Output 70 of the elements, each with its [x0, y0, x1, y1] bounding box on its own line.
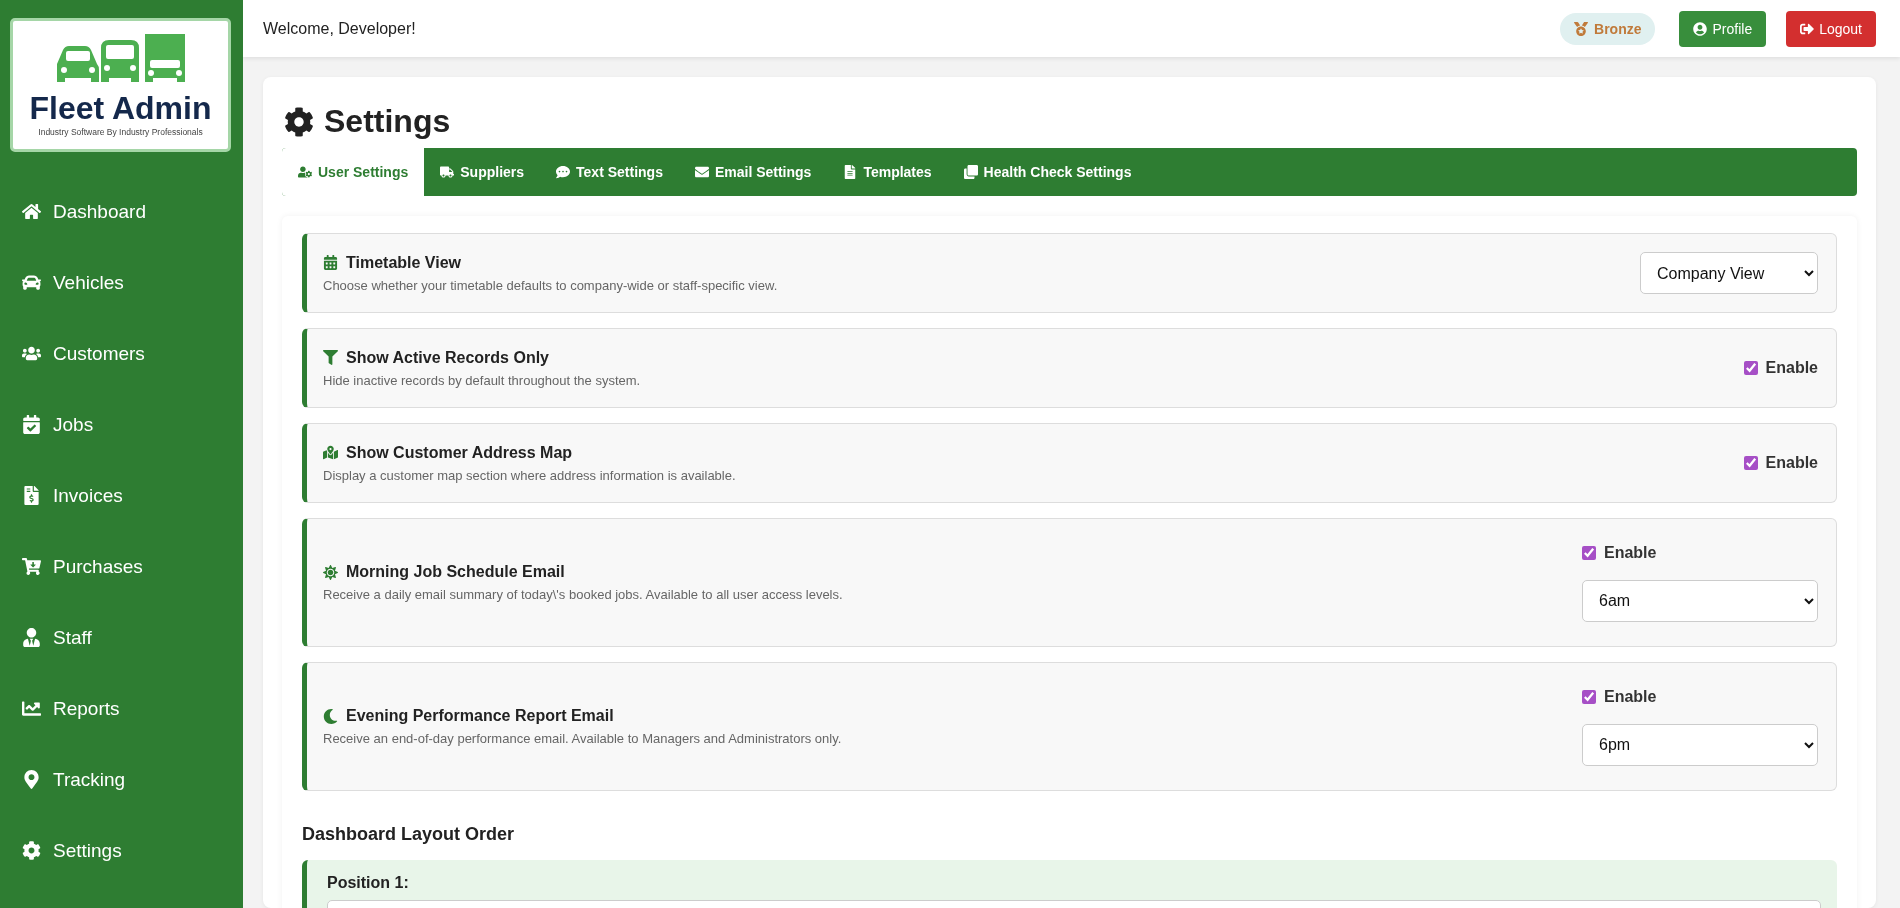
sidebar-item[interactable]: Tracking	[0, 744, 243, 815]
home-icon	[22, 202, 41, 221]
sidebar-item[interactable]: Vehicles	[0, 247, 243, 318]
setting-title: Show Customer Address Map	[346, 443, 573, 462]
sidebar-item[interactable]: Jobs	[0, 389, 243, 460]
setting-description: Receive an end-of-day performance email. Available to Managers and Administrators only.	[323, 731, 842, 746]
profile-button[interactable]: Profile	[1679, 10, 1767, 47]
sidebar-item[interactable]: Reports	[0, 673, 243, 744]
setting-title: Show Active Records Only	[346, 348, 549, 367]
cart-icon	[22, 557, 41, 576]
checkbox[interactable]	[1743, 361, 1758, 375]
setting-description: Display a customer map section where address information is available.	[323, 467, 736, 483]
tier-badge: Bronze	[1560, 12, 1656, 45]
speech-bubble-icon	[556, 165, 571, 179]
line-chart-icon	[22, 699, 41, 718]
checkbox[interactable]	[1743, 456, 1758, 470]
car-icon	[22, 273, 41, 292]
settings-icon	[284, 106, 314, 137]
calendar-check-icon	[22, 415, 41, 434]
checkbox-label: Enable	[1604, 543, 1657, 562]
sidebar-item[interactable]: Purchases	[0, 531, 243, 602]
sun-icon	[323, 564, 338, 580]
users-icon	[22, 344, 41, 363]
invoice-icon	[22, 486, 41, 505]
sidebar-item[interactable]: Staff	[0, 602, 243, 673]
sidebar-item[interactable]: Settings	[0, 815, 243, 886]
tab[interactable]: User Settings	[282, 148, 425, 196]
setting-title: Timetable View	[346, 253, 461, 272]
dropdown[interactable]: 6am	[1582, 579, 1818, 622]
medal-icon	[1574, 21, 1589, 36]
user-gear-icon	[298, 165, 312, 179]
sidebar-item[interactable]: Dashboard	[0, 176, 243, 247]
checkbox-label: Enable	[1765, 454, 1818, 472]
setting-description: Hide inactive records by default throughout the system.	[323, 372, 641, 388]
tab[interactable]: Suppliers	[424, 148, 541, 196]
envelope-icon	[694, 165, 709, 179]
tab[interactable]: Text Settings	[540, 148, 679, 196]
filter-icon	[323, 350, 338, 365]
map-icon	[323, 445, 338, 460]
logo-title: Fleet Admin	[29, 91, 212, 124]
section-heading: Dashboard Layout Order	[302, 824, 516, 845]
page-title-text: Settings	[324, 103, 451, 140]
document-icon	[843, 165, 858, 179]
user-icon	[22, 628, 41, 647]
welcome-text: Welcome, Developer!	[263, 19, 417, 38]
checkbox-label: Enable	[1765, 359, 1818, 377]
checkbox[interactable]	[1582, 689, 1596, 704]
sidebar-item[interactable]: Invoices	[0, 460, 243, 531]
moon-icon	[323, 708, 338, 724]
tab[interactable]: Email Settings	[678, 148, 828, 196]
calendar-icon	[323, 255, 338, 270]
checkbox-label: Enable	[1604, 687, 1657, 706]
logo-tagline: Industry Software By Industry Professionals	[38, 126, 203, 137]
position-label: Position 1:	[327, 874, 410, 892]
map-pin-icon	[22, 770, 41, 789]
dropdown[interactable]: Company View	[1640, 252, 1818, 294]
copy-icon	[963, 165, 978, 179]
tab[interactable]: Templates	[827, 148, 948, 196]
settings-icon	[22, 841, 41, 860]
logout-button[interactable]: Logout	[1786, 10, 1876, 47]
setting-title: Morning Job Schedule Email	[346, 563, 565, 581]
dropdown[interactable]: 6pm	[1582, 723, 1818, 766]
setting-description: Choose whether your timetable defaults to company-wide or staff-specific view.	[323, 277, 778, 293]
logout-icon	[1800, 21, 1815, 36]
tab[interactable]: Health Check Settings	[947, 148, 1148, 196]
checkbox[interactable]	[1582, 545, 1596, 560]
setting-title: Evening Performance Report Email	[346, 707, 614, 725]
truck-icon	[440, 165, 455, 179]
sidebar-item[interactable]: Customers	[0, 318, 243, 389]
setting-description: Receive a daily email summary of today\'s booked jobs. Available to all user access levels.	[323, 587, 843, 602]
